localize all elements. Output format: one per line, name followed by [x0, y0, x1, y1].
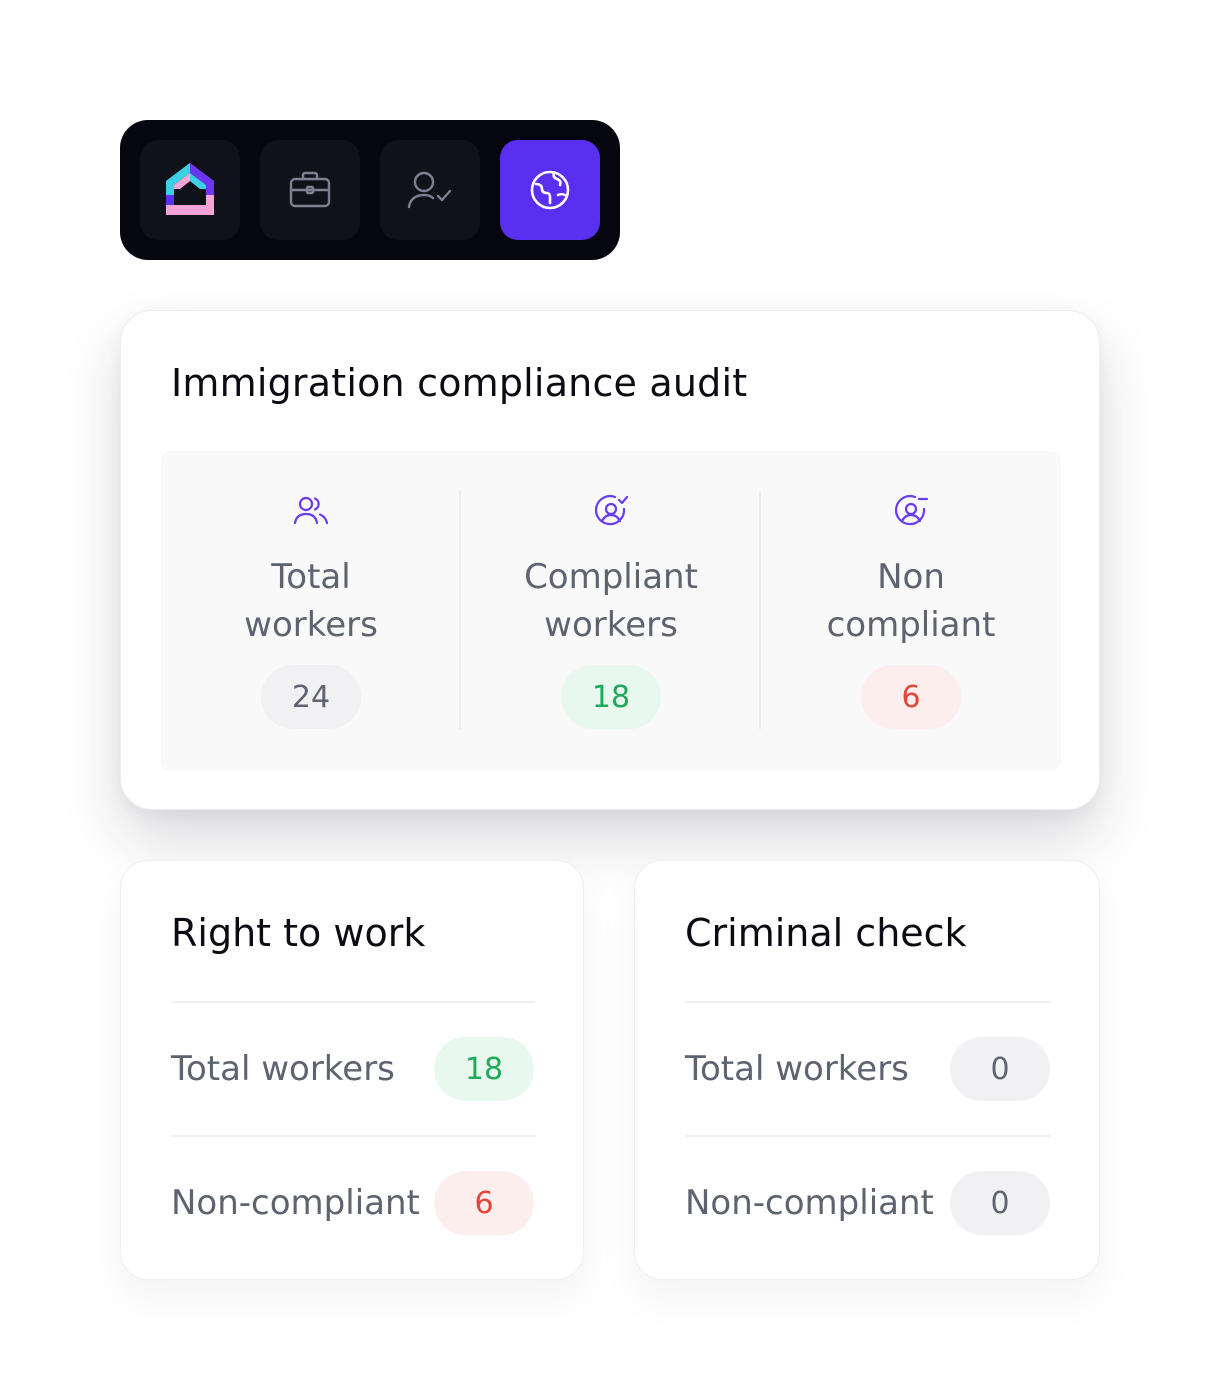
user-check-circle-icon — [594, 495, 629, 526]
divider — [171, 1135, 535, 1137]
briefcase-icon — [289, 171, 331, 208]
app-icon-bar — [120, 120, 620, 260]
stat-label: Compliant workers — [524, 557, 698, 645]
divider — [171, 1001, 535, 1003]
card-title: Right to work — [171, 911, 426, 955]
total-workers-value: 0 — [950, 1037, 1050, 1101]
non-compliant-value: 0 — [950, 1171, 1050, 1235]
stat-total-workers: Total workers 24 — [161, 451, 461, 771]
audit-stats-panel: Total workers 24 Compliant workers 18 No… — [161, 451, 1061, 771]
globe-button[interactable] — [500, 140, 600, 240]
briefcase-button[interactable] — [260, 140, 360, 240]
globe-icon — [530, 170, 570, 210]
home-logo-icon — [166, 163, 214, 215]
stat-label: Total workers — [244, 557, 378, 645]
stat-value-pill: 6 — [861, 665, 961, 729]
audit-title: Immigration compliance audit — [171, 361, 748, 405]
user-check-icon — [407, 171, 452, 209]
row-label-non-compliant: Non-compliant — [171, 1183, 420, 1223]
non-compliant-value: 6 — [434, 1171, 534, 1235]
right-to-work-card: Right to work Total workers 18 Non-compl… — [120, 860, 584, 1280]
card-title: Criminal check — [685, 911, 967, 955]
stat-compliant-workers: Compliant workers 18 — [461, 451, 761, 771]
user-check-button[interactable] — [380, 140, 480, 240]
row-label-total-workers: Total workers — [171, 1049, 395, 1089]
criminal-check-card: Criminal check Total workers 0 Non-compl… — [634, 860, 1100, 1280]
total-workers-value: 18 — [434, 1037, 534, 1101]
divider — [685, 1001, 1051, 1003]
stat-value-pill: 18 — [561, 665, 661, 729]
row-label-non-compliant: Non-compliant — [685, 1183, 934, 1223]
row-label-total-workers: Total workers — [685, 1049, 909, 1089]
stat-label: Non compliant — [826, 557, 996, 645]
stat-non-compliant: Non compliant 6 — [761, 451, 1061, 771]
home-button[interactable] — [140, 140, 240, 240]
user-minus-circle-icon — [894, 495, 929, 526]
users-icon — [293, 496, 329, 525]
immigration-audit-card: Immigration compliance audit Total worke… — [120, 310, 1100, 810]
divider — [685, 1135, 1051, 1137]
stat-value-pill: 24 — [261, 665, 361, 729]
